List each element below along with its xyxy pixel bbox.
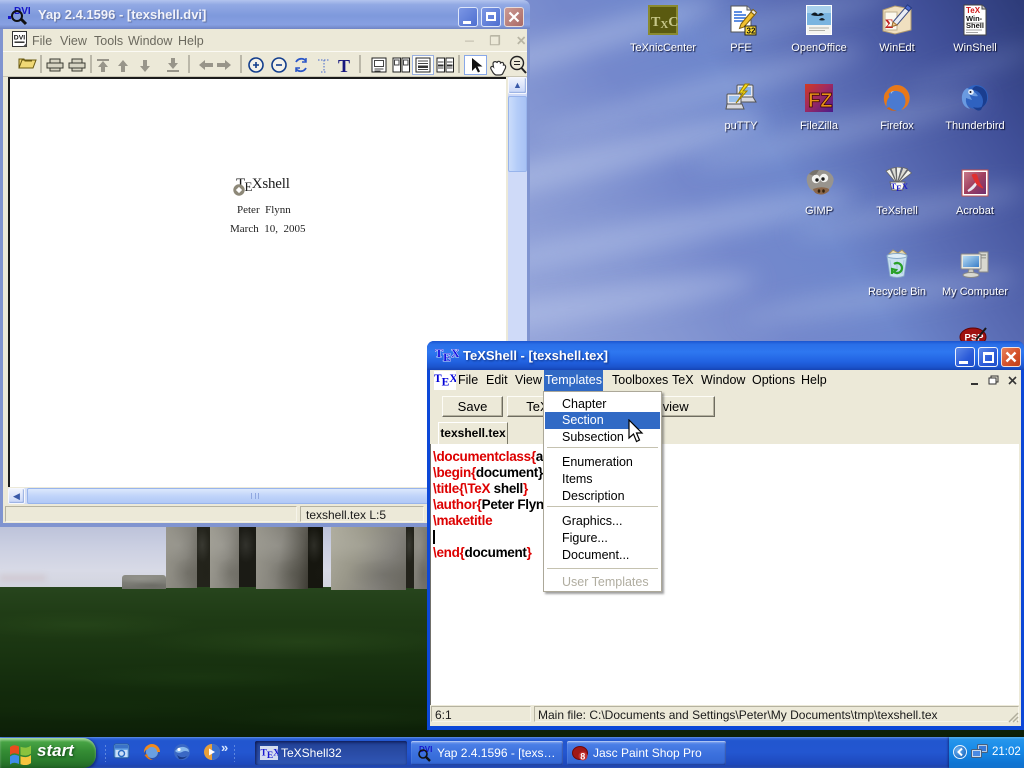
svg-text:TEX: TEX: [891, 181, 909, 193]
svg-text:32: 32: [747, 27, 756, 36]
svg-text:DVI: DVI: [14, 35, 25, 42]
svg-text:T: T: [338, 56, 350, 76]
svg-text:FZ: FZ: [808, 90, 832, 112]
svg-text:8: 8: [580, 752, 585, 762]
svg-text:Shell: Shell: [966, 21, 984, 30]
svg-text:DVI: DVI: [419, 745, 432, 754]
svg-text:TEX: TEX: [435, 346, 459, 364]
